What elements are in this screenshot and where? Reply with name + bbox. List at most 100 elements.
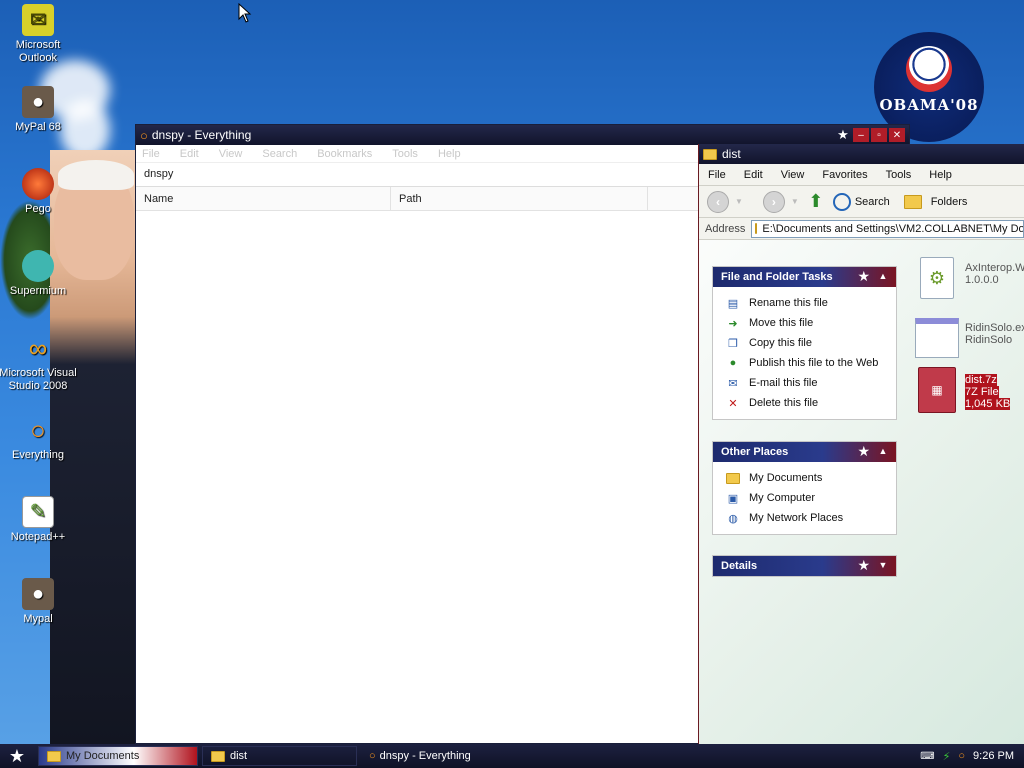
file-item[interactable]: RidinSolo.ex RidinSolo <box>915 316 1024 360</box>
place-my-computer[interactable]: ▣ My Computer <box>725 488 886 508</box>
file-item-selected[interactable]: ▦ dist.7z 7Z File 1,045 KB <box>915 367 1024 413</box>
email-icon: ✉ <box>728 377 738 390</box>
chevron-up-icon[interactable]: ▲ <box>876 444 890 458</box>
search-icon <box>832 192 851 211</box>
desktop-icon-label: Microsoft Visual Studio 2008 <box>0 367 77 392</box>
place-label: My Network Places <box>749 512 844 524</box>
file-type: 7Z File <box>965 386 999 398</box>
desktop-icon-everything[interactable]: ○ Everything <box>0 414 78 462</box>
desktop-icon-mypal[interactable]: ● Mypal <box>0 578 78 626</box>
place-label: My Computer <box>749 492 816 504</box>
badge-text: OBAMA'08 <box>879 96 979 114</box>
task-label: dist <box>230 750 248 762</box>
task-label: E-mail this file <box>749 377 818 389</box>
menu-tools[interactable]: Tools <box>392 148 418 160</box>
taskbar-task-everything[interactable]: ○ dnspy - Everything <box>361 746 511 766</box>
back-button[interactable]: ‹ <box>707 190 729 213</box>
close-button[interactable]: ✕ <box>889 128 905 142</box>
menu-edit[interactable]: Edit <box>180 148 199 160</box>
column-name[interactable]: Name <box>136 187 391 210</box>
network-icon: ◍ <box>728 512 738 525</box>
chevron-up-icon[interactable]: ▲ <box>876 269 890 283</box>
task-label: Delete this file <box>749 397 819 409</box>
panel-title: File and Folder Tasks <box>721 271 833 283</box>
explorer-window: dist File Edit View Favorites Tools Help… <box>698 144 1024 744</box>
chevron-down-icon[interactable]: ▼ <box>876 558 890 572</box>
task-email[interactable]: ✉ E-mail this file <box>725 373 886 393</box>
raccoon-icon: ● <box>22 578 54 610</box>
everything-icon: ○ <box>30 414 46 445</box>
desktop-icon-mypal68[interactable]: ● MyPal 68 <box>0 86 78 134</box>
forward-button[interactable]: › <box>762 190 785 213</box>
network-tray-icon[interactable]: ⚡ <box>943 750 951 763</box>
start-button[interactable]: ★ <box>0 744 34 768</box>
menu-favorites[interactable]: Favorites <box>813 169 876 181</box>
file-item[interactable]: ⚙ AxInterop.W 1.0.0.0 <box>915 256 1024 300</box>
other-places-header[interactable]: Other Places ★ ▲ <box>713 442 896 462</box>
desktop-icon-label: Notepad++ <box>10 531 66 543</box>
exe-icon <box>915 316 959 360</box>
menu-file[interactable]: File <box>699 169 735 181</box>
menu-help[interactable]: Help <box>438 148 461 160</box>
task-delete[interactable]: ✕ Delete this file <box>725 393 886 413</box>
desktop-icon-label: Everything <box>12 449 64 461</box>
desktop-icon-pego[interactable]: Pego <box>0 168 78 216</box>
desktop-icon-visual-studio[interactable]: ∞ Microsoft Visual Studio 2008 <box>0 332 78 393</box>
task-publish[interactable]: ● Publish this file to the Web <box>725 353 886 373</box>
menu-view[interactable]: View <box>219 148 243 160</box>
supermium-icon <box>22 250 54 282</box>
mouse-cursor-icon <box>238 3 252 23</box>
everything-tray-icon[interactable]: ○ <box>958 750 965 762</box>
star-icon: ★ <box>857 268 870 284</box>
address-input[interactable]: E:\Documents and Settings\VM2.COLLABNET\… <box>751 219 1024 238</box>
desktop-icon-label: MyPal 68 <box>15 121 61 133</box>
desktop-icon-supermium[interactable]: Supermium <box>0 250 78 298</box>
place-network[interactable]: ◍ My Network Places <box>725 508 886 528</box>
keyboard-icon[interactable]: ⌨ <box>920 751 934 762</box>
panel-title: Other Places <box>721 446 789 458</box>
menu-tools[interactable]: Tools <box>877 169 921 181</box>
explorer-titlebar[interactable]: dist <box>699 144 1024 164</box>
task-rename[interactable]: ▤ Rename this file <box>725 293 886 313</box>
task-label: Rename this file <box>749 297 828 309</box>
window-title: dist <box>722 147 741 161</box>
menu-file[interactable]: File <box>142 148 160 160</box>
search-button[interactable]: Search <box>832 192 890 211</box>
place-my-documents[interactable]: My Documents <box>725 468 886 488</box>
window-controls: ★ – ▫ ✕ <box>835 127 909 142</box>
task-copy[interactable]: ❐ Copy this file <box>725 333 886 353</box>
everything-titlebar[interactable]: ○ dnspy - Everything ★ – ▫ ✕ <box>136 125 909 145</box>
column-path[interactable]: Path <box>391 187 648 210</box>
globe-icon: ● <box>729 357 737 369</box>
desktop-icon-label: Supermium <box>9 285 67 297</box>
clock[interactable]: 9:26 PM <box>973 750 1014 762</box>
menu-help[interactable]: Help <box>920 169 961 181</box>
file-tasks-header[interactable]: File and Folder Tasks ★ ▲ <box>713 267 896 287</box>
visual-studio-icon: ∞ <box>28 332 48 363</box>
menu-bookmarks[interactable]: Bookmarks <box>317 148 372 160</box>
maximize-button[interactable]: ▫ <box>871 128 887 142</box>
task-label: Move this file <box>749 317 814 329</box>
task-label: Copy this file <box>749 337 812 349</box>
up-folder-button[interactable]: ⬆ <box>805 191 827 213</box>
file-name: AxInterop.W <box>965 262 1024 274</box>
folders-label: Folders <box>930 195 968 208</box>
desktop-icon-outlook[interactable]: ✉ Microsoft Outlook <box>0 4 78 65</box>
details-header[interactable]: Details ★ ▼ <box>713 556 896 576</box>
details-panel: Details ★ ▼ <box>712 555 897 577</box>
taskbar-task-dist[interactable]: dist <box>202 746 357 766</box>
outlook-icon: ✉ <box>22 4 54 36</box>
archive-icon: ▦ <box>915 367 959 413</box>
file-size: 1,045 KB <box>965 398 1011 410</box>
menu-search[interactable]: Search <box>262 148 297 160</box>
taskbar: ★ My Documents dist ○ dnspy - Everything… <box>0 744 1024 768</box>
folder-icon <box>725 471 741 485</box>
other-places-panel: Other Places ★ ▲ My Documents ▣ My Comput… <box>712 441 897 535</box>
desktop-icon-notepadpp[interactable]: ✎ Notepad++ <box>0 496 78 544</box>
menu-edit[interactable]: Edit <box>735 169 772 181</box>
menu-view[interactable]: View <box>772 169 814 181</box>
folders-button[interactable]: Folders <box>903 194 968 209</box>
taskbar-task-my-documents[interactable]: My Documents <box>38 746 198 766</box>
minimize-button[interactable]: – <box>853 128 869 142</box>
task-move[interactable]: ➜ Move this file <box>725 313 886 333</box>
